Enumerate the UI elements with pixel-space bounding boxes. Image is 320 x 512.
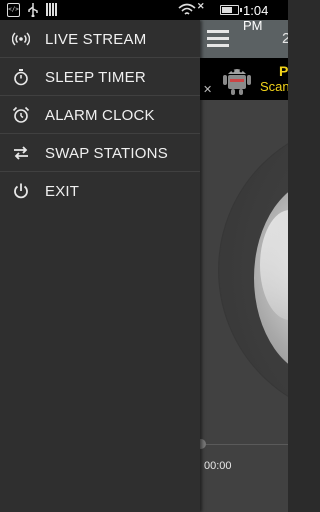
swap-icon [12, 144, 30, 162]
ad-text-line2: Scan [260, 79, 288, 94]
android-robot-icon [222, 62, 252, 96]
ad-close-icon[interactable]: ✕ [203, 83, 212, 96]
menu-item-swap-stations[interactable]: SWAP STATIONS [0, 134, 200, 172]
code-icon: </> [7, 3, 20, 17]
wifi-icon [178, 3, 196, 17]
menu-hamburger-icon[interactable] [207, 30, 229, 48]
status-time: 1:04 PM [243, 3, 269, 33]
menu-item-alarm-clock[interactable]: ALARM CLOCK [0, 96, 200, 134]
menu-item-label: SWAP STATIONS [45, 145, 168, 162]
menu-item-sleep-timer[interactable]: SLEEP TIMER [0, 58, 200, 96]
seek-knob[interactable] [200, 439, 206, 449]
no-signal-x-icon: ✕ [197, 1, 205, 11]
menu-item-exit[interactable]: EXIT [0, 172, 200, 210]
menu-item-label: EXIT [45, 183, 80, 200]
navigation-drawer: LIVE STREAM SLEEP TIMER ALARM CLOCK SWAP… [0, 20, 200, 512]
alarm-clock-icon [12, 106, 30, 124]
power-icon [12, 182, 30, 200]
battery-icon [220, 5, 242, 15]
stopwatch-icon [12, 68, 30, 86]
radio-broadcast-icon [12, 30, 30, 48]
signal-bars-icon [46, 3, 59, 17]
player-screen: 2 ✕ P Scan 00:00 [200, 20, 288, 512]
elapsed-time: 00:00 [204, 460, 232, 472]
ad-banner[interactable]: ✕ P Scan [200, 58, 288, 100]
menu-item-label: LIVE STREAM [45, 31, 147, 48]
menu-item-label: SLEEP TIMER [45, 69, 146, 86]
menu-item-live-stream[interactable]: LIVE STREAM [0, 20, 200, 58]
status-bar: </> ✕ 1:04 PM [0, 0, 288, 33]
seek-bar[interactable] [200, 444, 288, 445]
usb-icon [27, 3, 39, 18]
ad-text-line1: P [279, 63, 288, 79]
menu-item-label: ALARM CLOCK [45, 107, 155, 124]
